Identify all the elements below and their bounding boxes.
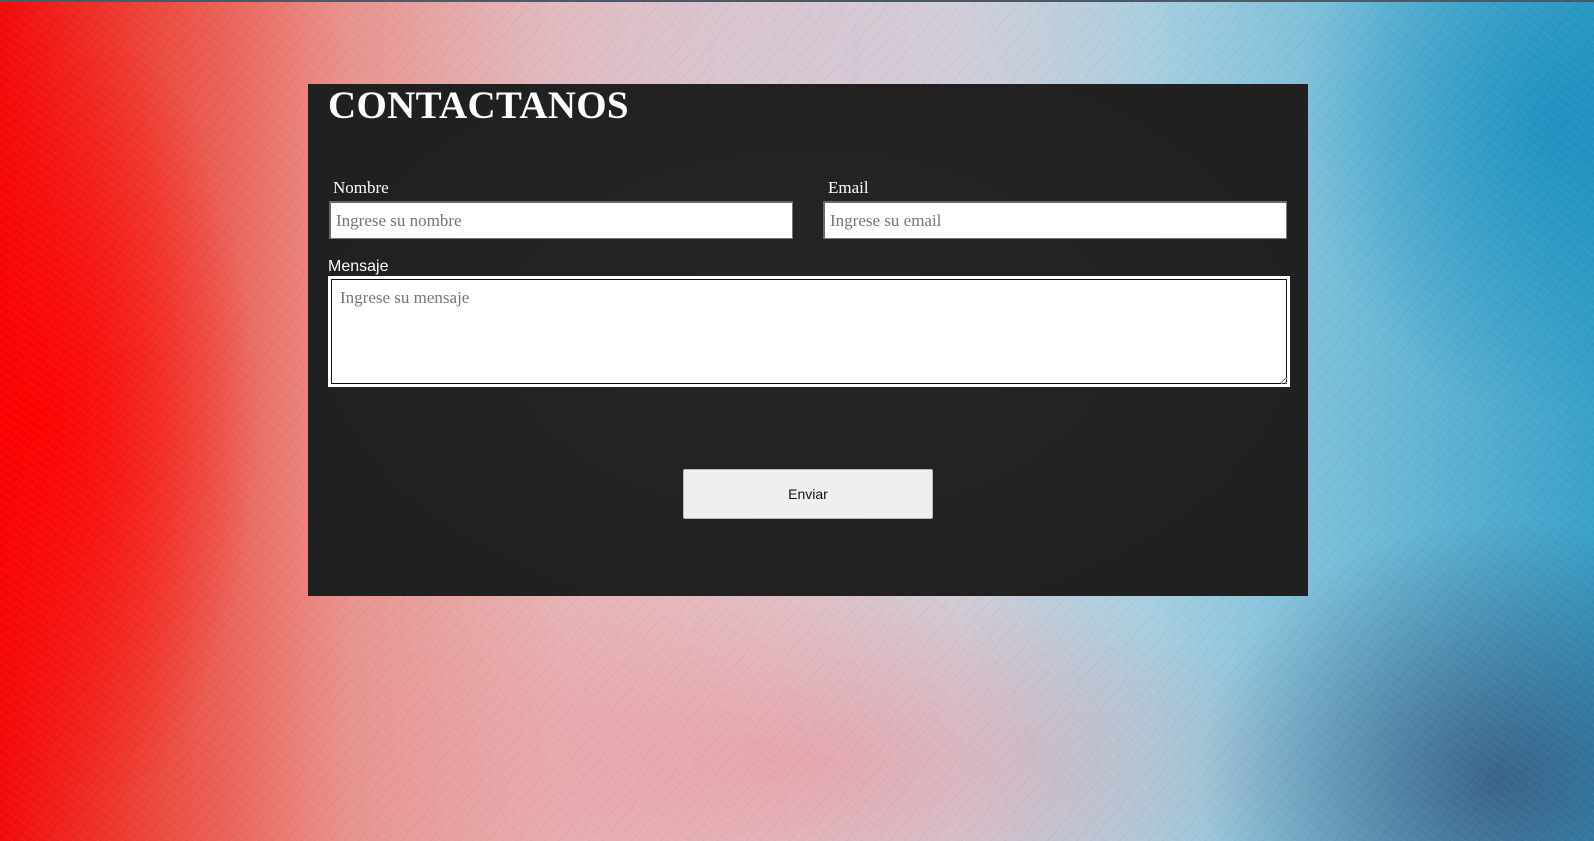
name-label: Nombre [333, 178, 389, 197]
email-input[interactable] [823, 201, 1287, 239]
page-title: CONTACTANOS [328, 84, 629, 127]
submit-button[interactable]: Enviar [683, 469, 933, 519]
contact-form-panel: CONTACTANOS Nombre Email Mensaje Enviar [308, 84, 1308, 596]
email-label: Email [828, 178, 869, 197]
message-label: Mensaje [328, 258, 389, 275]
top-border [0, 0, 1594, 2]
name-input[interactable] [329, 201, 793, 239]
message-textarea[interactable] [328, 276, 1290, 387]
